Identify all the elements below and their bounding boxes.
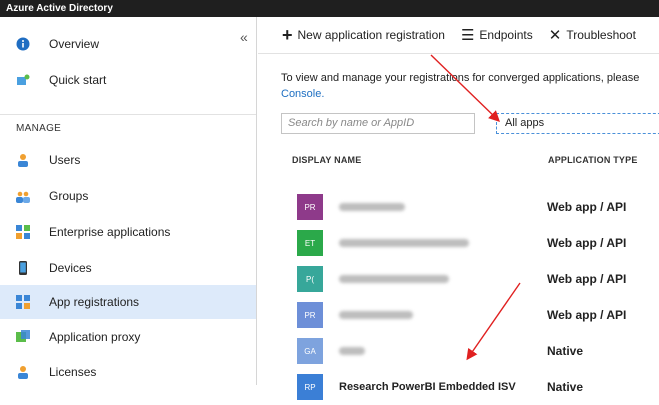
endpoints-button[interactable]: ☰ Endpoints [461, 28, 533, 43]
window-title: Azure Active Directory [0, 0, 659, 17]
app-type: Web app / API [547, 272, 627, 286]
redacted-app-name[interactable] [339, 275, 449, 283]
list-icon: ☰ [460, 26, 475, 44]
troubleshoot-label: Troubleshoot [566, 28, 636, 42]
table-row[interactable]: PR Web app / API [281, 189, 659, 225]
console-link[interactable]: Console. [281, 88, 324, 100]
table-row[interactable]: PR Web app / API [281, 297, 659, 333]
app-type: Web app / API [547, 200, 627, 214]
sidebar-item-overview[interactable]: Overview [0, 27, 256, 61]
enterprise-apps-icon [16, 225, 30, 239]
column-header-display-name[interactable]: DISPLAY NAME [292, 155, 361, 165]
endpoints-label: Endpoints [479, 28, 533, 42]
user-icon [16, 153, 30, 167]
table-row[interactable]: ET Web app / API [281, 225, 659, 261]
groups-icon [16, 189, 30, 203]
sidebar-item-label: Enterprise applications [49, 225, 171, 239]
section-label-manage: MANAGE [16, 123, 62, 134]
description-text: To view and manage your registrations fo… [281, 72, 640, 84]
sidebar-item-label: App registrations [49, 295, 140, 309]
redacted-app-name[interactable] [339, 203, 405, 211]
main-panel: + New application registration ☰ Endpoin… [258, 17, 659, 400]
sidebar-item-application-proxy[interactable]: Application proxy [0, 320, 256, 354]
app-avatar: RP [297, 374, 323, 400]
sidebar-item-users[interactable]: Users [0, 143, 256, 177]
new-application-registration-button[interactable]: + New application registration [282, 26, 445, 44]
device-icon [16, 261, 30, 275]
sidebar: « Overview Quick start MANAGE Users Grou… [0, 17, 257, 385]
app-avatar: ET [297, 230, 323, 256]
sidebar-item-licenses[interactable]: Licenses [0, 355, 256, 389]
plus-icon: + [282, 25, 293, 45]
app-filter-dropdown[interactable]: All apps [496, 113, 659, 134]
app-type: Web app / API [547, 236, 627, 250]
sidebar-item-app-registrations[interactable]: App registrations [0, 285, 256, 319]
app-registrations-icon [16, 295, 30, 309]
column-header-application-type[interactable]: APPLICATION TYPE [548, 155, 638, 165]
command-bar: + New application registration ☰ Endpoin… [258, 17, 659, 53]
troubleshoot-button[interactable]: ✕ Troubleshoot [549, 28, 636, 43]
app-name[interactable]: Research PowerBI Embedded ISV [339, 381, 516, 393]
app-avatar: PR [297, 302, 323, 328]
rocket-icon [16, 73, 30, 87]
sidebar-item-groups[interactable]: Groups [0, 179, 256, 213]
app-type: Native [547, 380, 584, 394]
sidebar-item-label: Licenses [49, 365, 97, 379]
sidebar-item-label: Devices [49, 261, 92, 275]
tools-icon: ✕ [548, 26, 562, 44]
table-row[interactable]: GA Native [281, 333, 659, 369]
app-avatar: PR [297, 194, 323, 220]
app-avatar: P( [297, 266, 323, 292]
app-type: Web app / API [547, 308, 627, 322]
app-avatar: GA [297, 338, 323, 364]
table-row[interactable]: RP Research PowerBI Embedded ISV Native [281, 369, 659, 405]
app-type: Native [547, 344, 584, 358]
new-application-registration-label: New application registration [297, 28, 445, 42]
sidebar-item-label: Overview [49, 37, 100, 51]
sidebar-item-label: Users [49, 153, 81, 167]
sidebar-item-enterprise-applications[interactable]: Enterprise applications [0, 215, 256, 249]
info-icon [16, 37, 30, 51]
sidebar-item-label: Quick start [49, 73, 107, 87]
toolbar-divider [258, 53, 659, 54]
sidebar-item-devices[interactable]: Devices [0, 251, 256, 285]
sidebar-item-label: Application proxy [49, 330, 141, 344]
redacted-app-name[interactable] [339, 239, 469, 247]
sidebar-divider [0, 114, 256, 115]
licenses-icon [16, 365, 30, 379]
application-proxy-icon [16, 330, 30, 344]
redacted-app-name[interactable] [339, 311, 413, 319]
redacted-app-name[interactable] [339, 347, 365, 355]
table-row[interactable]: P( Web app / API [281, 261, 659, 297]
sidebar-item-label: Groups [49, 189, 89, 203]
sidebar-item-quick-start[interactable]: Quick start [0, 63, 256, 97]
search-input[interactable]: Search by name or AppID [281, 113, 475, 134]
